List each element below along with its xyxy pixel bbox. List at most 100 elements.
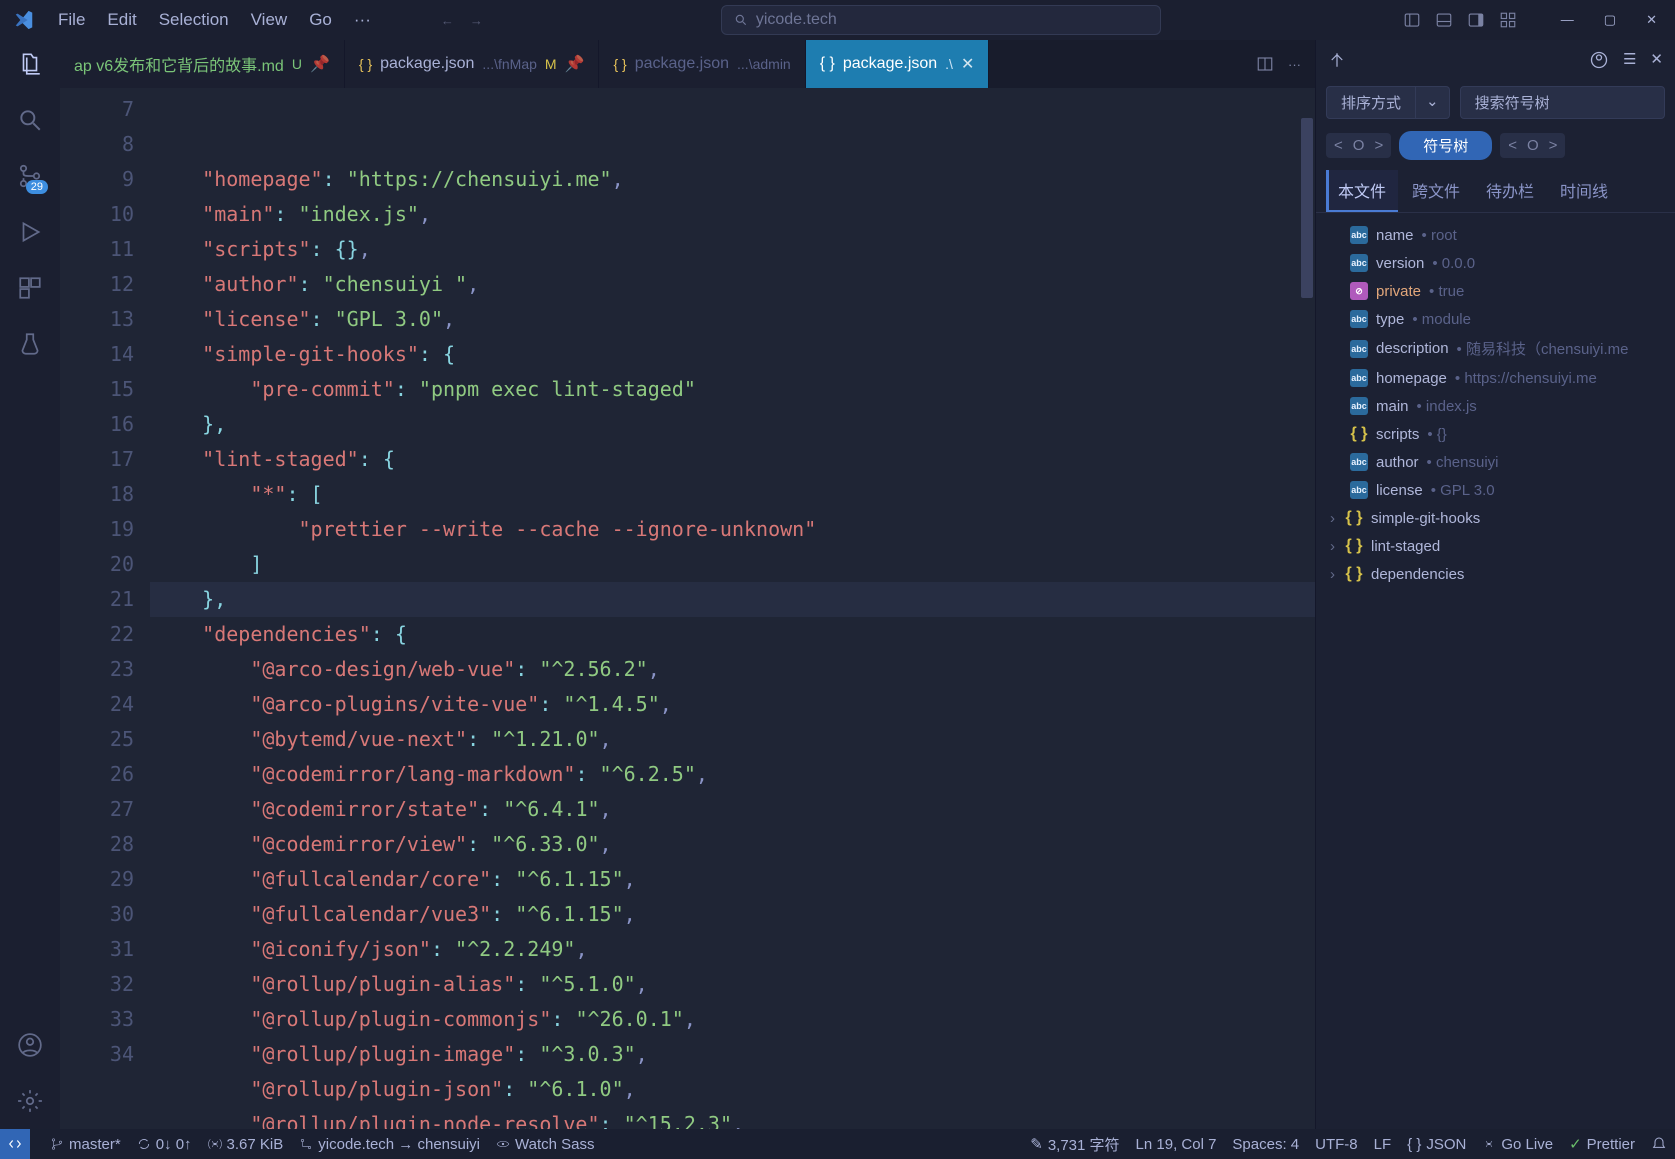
- menu-selection[interactable]: Selection: [149, 6, 239, 34]
- go-live[interactable]: Go Live: [1482, 1136, 1553, 1153]
- layout-customize-icon[interactable]: [1495, 7, 1521, 33]
- remote-path[interactable]: yicode.tech → chensuiyi: [299, 1136, 480, 1153]
- tab-close-icon[interactable]: ✕: [961, 54, 974, 74]
- command-center[interactable]: yicode.tech: [721, 5, 1161, 35]
- sort-chevron[interactable]: ⌄: [1416, 86, 1450, 119]
- settings-gear-icon[interactable]: [14, 1085, 46, 1117]
- outline-item[interactable]: ›{ }lint-staged: [1320, 532, 1671, 560]
- pin-icon[interactable]: 📌: [310, 54, 330, 74]
- titlebar: File Edit Selection View Go ··· ← → yico…: [0, 0, 1675, 40]
- outline-item[interactable]: abcdescription • 随易科技（chensuiyi.me: [1320, 333, 1671, 364]
- char-count[interactable]: ✎ 3,731 字符: [1030, 1134, 1119, 1155]
- search-activity-icon[interactable]: [14, 104, 46, 136]
- outline-menu-icon[interactable]: ☰: [1623, 50, 1636, 70]
- json-icon: { }: [820, 55, 835, 73]
- outline-item[interactable]: abcversion • 0.0.0: [1320, 249, 1671, 277]
- outline-tab-crossfile[interactable]: 跨文件: [1400, 170, 1472, 212]
- menu-go[interactable]: Go: [299, 6, 342, 34]
- code-editor[interactable]: 7891011121314151617181920212223242526272…: [60, 88, 1315, 1129]
- tab-3-active[interactable]: { } package.json .\ ✕: [806, 40, 990, 88]
- split-editor-icon[interactable]: [1256, 55, 1274, 73]
- language-mode[interactable]: { } JSON: [1407, 1136, 1466, 1153]
- scm-badge: 29: [26, 180, 48, 194]
- accounts-icon[interactable]: [14, 1029, 46, 1061]
- watch-sass[interactable]: Watch Sass: [496, 1136, 594, 1153]
- extensions-icon[interactable]: [14, 272, 46, 304]
- tab-status: M: [545, 56, 557, 72]
- json-icon: { }: [613, 56, 626, 72]
- outline-item[interactable]: abctype • module: [1320, 305, 1671, 333]
- tab-2[interactable]: { } package.json ...\admin: [599, 40, 805, 88]
- notifications-icon[interactable]: [1651, 1136, 1667, 1152]
- cursor-position[interactable]: Ln 19, Col 7: [1136, 1136, 1217, 1153]
- menu-more[interactable]: ···: [344, 6, 381, 34]
- outline-item[interactable]: abclicense • GPL 3.0: [1320, 476, 1671, 504]
- prettier-status[interactable]: ✓ Prettier: [1569, 1135, 1635, 1153]
- minimize-icon[interactable]: —: [1551, 6, 1584, 34]
- menu-view[interactable]: View: [241, 6, 298, 34]
- scrollbar-thumb[interactable]: [1301, 118, 1313, 298]
- outline-item[interactable]: ⊘private • true: [1320, 277, 1671, 305]
- scrollbar[interactable]: [1301, 88, 1315, 1129]
- symbol-tree-button[interactable]: 符号树: [1399, 131, 1492, 160]
- outline-item[interactable]: ›{ }dependencies: [1320, 560, 1671, 588]
- window-controls: — ▢ ✕: [1551, 6, 1667, 34]
- explorer-icon[interactable]: [14, 48, 46, 80]
- layout-panel-icon[interactable]: [1431, 7, 1457, 33]
- search-tree-button[interactable]: 搜索符号树: [1460, 86, 1665, 119]
- menu-file[interactable]: File: [48, 6, 95, 34]
- outline-tab-thisfile[interactable]: 本文件: [1326, 170, 1398, 212]
- outline-controls: 排序方式 ⌄ 搜索符号树: [1316, 80, 1675, 125]
- outline-item[interactable]: abcname • root: [1320, 221, 1671, 249]
- layout-sidebar-left-icon[interactable]: [1399, 7, 1425, 33]
- outline-close-icon[interactable]: ✕: [1650, 50, 1663, 70]
- tab-path: ...\admin: [737, 56, 791, 72]
- search-text: yicode.tech: [756, 11, 837, 29]
- layout-sidebar-right-icon[interactable]: [1463, 7, 1489, 33]
- pin-icon[interactable]: 📌: [565, 54, 585, 74]
- git-branch[interactable]: master*: [50, 1136, 121, 1153]
- tab-status: U: [292, 56, 302, 72]
- tab-0[interactable]: ap v6发布和它背后的故事.md U 📌: [60, 40, 345, 88]
- sort-button[interactable]: 排序方式: [1326, 86, 1416, 119]
- nav-next[interactable]: <O>: [1500, 133, 1565, 158]
- outline-list: abcname • rootabcversion • 0.0.0⊘private…: [1316, 213, 1675, 1129]
- outline-tab-timeline[interactable]: 时间线: [1548, 170, 1620, 212]
- close-icon[interactable]: ✕: [1636, 6, 1667, 34]
- outline-item[interactable]: abchomepage • https://chensuiyi.me: [1320, 364, 1671, 392]
- json-icon: { }: [359, 56, 372, 72]
- outline-account-icon[interactable]: [1589, 50, 1609, 70]
- run-debug-icon[interactable]: [14, 216, 46, 248]
- signal-status[interactable]: 3.67 KiB: [208, 1136, 284, 1153]
- testing-icon[interactable]: [14, 328, 46, 360]
- outline-panel-icon[interactable]: [1328, 51, 1346, 69]
- eol-status[interactable]: LF: [1374, 1136, 1392, 1153]
- outline-item[interactable]: { }scripts • {}: [1320, 420, 1671, 448]
- outline-item[interactable]: abcmain • index.js: [1320, 392, 1671, 420]
- encoding-status[interactable]: UTF-8: [1315, 1136, 1358, 1153]
- tab-actions: ···: [1242, 40, 1315, 88]
- outline-item[interactable]: ›{ }simple-git-hooks: [1320, 504, 1671, 532]
- tab-filename: package.json: [380, 55, 474, 73]
- menu-edit[interactable]: Edit: [97, 6, 146, 34]
- search-icon: [734, 13, 748, 27]
- code-content[interactable]: "homepage": "https://chensuiyi.me", "mai…: [150, 88, 1315, 1129]
- source-control-icon[interactable]: 29: [14, 160, 46, 192]
- tab-1[interactable]: { } package.json ...\fnMap M 📌: [345, 40, 600, 88]
- nav-prev[interactable]: <O>: [1326, 133, 1391, 158]
- activity-bar: 29: [0, 40, 60, 1129]
- maximize-icon[interactable]: ▢: [1594, 6, 1626, 34]
- nav-arrows: ← →: [441, 13, 483, 28]
- outline-nav: <O> 符号树 <O>: [1316, 125, 1675, 166]
- outline-tab-todo[interactable]: 待办栏: [1474, 170, 1546, 212]
- outline-item[interactable]: abcauthor • chensuiyi: [1320, 448, 1671, 476]
- layout-controls: [1399, 7, 1521, 33]
- nav-back-icon[interactable]: ←: [441, 13, 454, 28]
- editor-tabs: ap v6发布和它背后的故事.md U 📌 { } package.json .…: [60, 40, 1315, 88]
- git-sync[interactable]: 0↓ 0↑: [137, 1136, 192, 1153]
- remote-indicator[interactable]: [0, 1129, 30, 1159]
- indent-status[interactable]: Spaces: 4: [1232, 1136, 1299, 1153]
- nav-forward-icon[interactable]: →: [470, 13, 483, 28]
- more-actions-icon[interactable]: ···: [1288, 57, 1301, 72]
- outline-panel: ☰ ✕ 排序方式 ⌄ 搜索符号树 <O> 符号树 <O> 本文件 跨文件 待办栏…: [1315, 40, 1675, 1129]
